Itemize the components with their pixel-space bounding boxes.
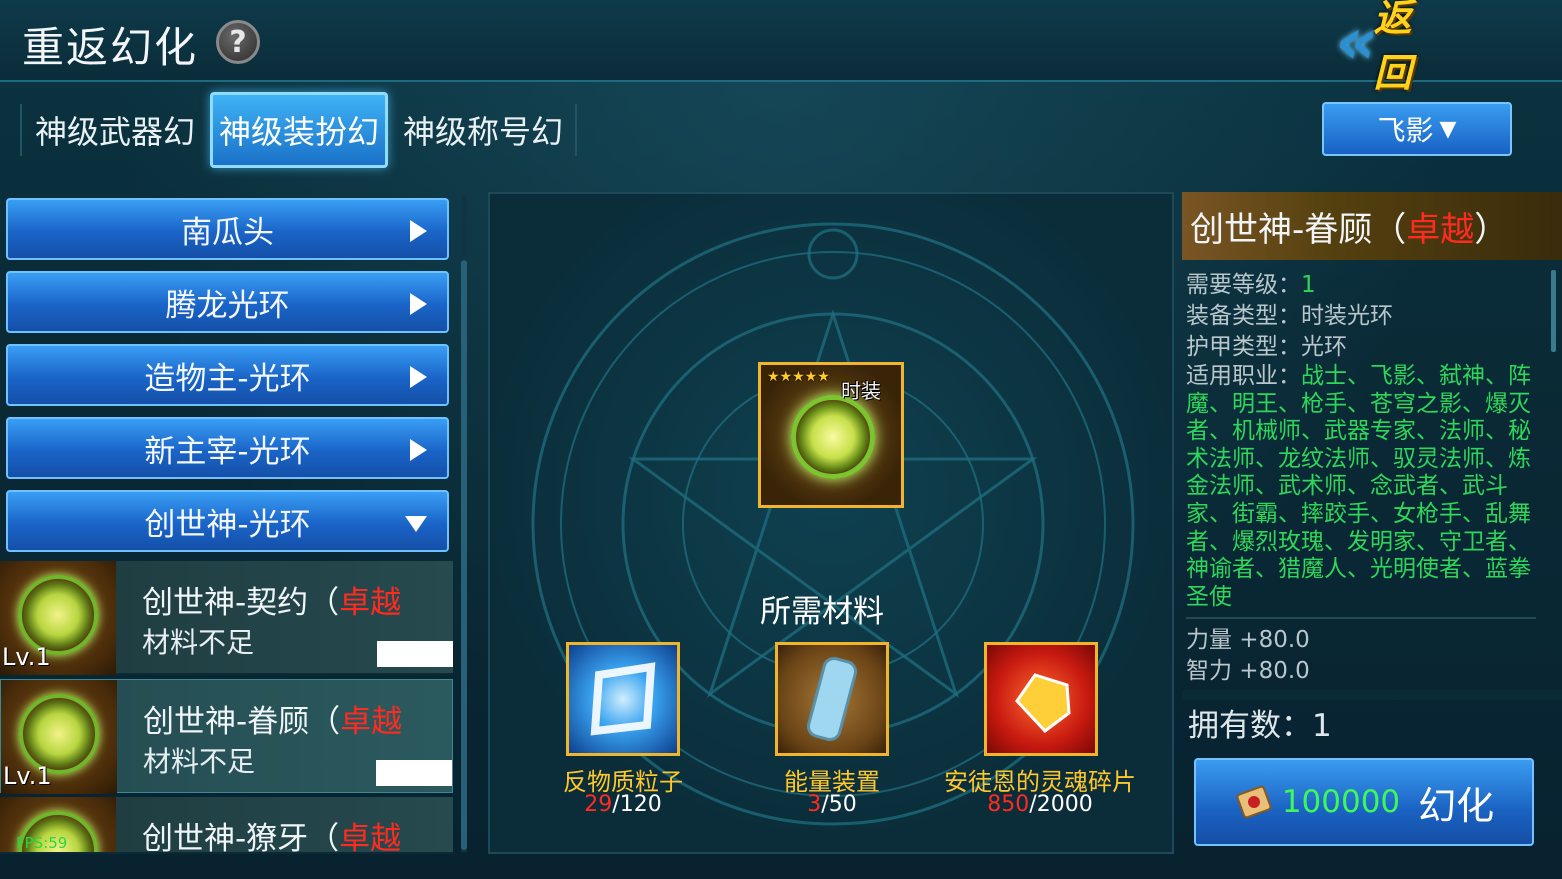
divider <box>1186 617 1536 620</box>
item-level: Lv.1 <box>2 643 51 671</box>
category-genesis-halo[interactable]: 创世神-光环 <box>6 490 449 552</box>
antimatter-icon[interactable] <box>566 642 680 756</box>
transform-label: 幻化 <box>1418 783 1495 828</box>
help-icon[interactable]: ? <box>216 20 260 64</box>
energy-device-shape <box>806 656 858 742</box>
category-pumpkin-head[interactable]: 南瓜头 <box>6 198 449 260</box>
class-dropdown[interactable]: 飞影 ▼ <box>1322 102 1512 156</box>
category-dragon-halo[interactable]: 腾龙光环 <box>6 271 449 333</box>
detail-title: 创世神-眷顾（ 卓越 ） <box>1182 192 1562 260</box>
halo-icon <box>791 395 875 479</box>
back-chevron-icon: « <box>1336 5 1378 79</box>
category-creator-halo[interactable]: 造物主-光环 <box>6 344 449 406</box>
material-count: 850/2000 <box>987 792 1093 817</box>
item-name: 创世神-眷顾（卓越 <box>143 704 403 740</box>
detail-scrollbar[interactable] <box>1551 270 1556 352</box>
scroll-icon <box>1236 785 1272 819</box>
stat-intelligence: 智力 +80.0 <box>1186 658 1310 685</box>
list-item-selected[interactable]: Lv.1 创世神-眷顾（卓越 材料不足 <box>0 679 453 794</box>
class-dropdown-value: 飞影 <box>1377 114 1434 147</box>
dropdown-arrow-icon: ▼ <box>1439 116 1457 142</box>
material-count: 29/120 <box>584 792 662 817</box>
category-label: 创世神-光环 <box>144 506 311 543</box>
antimatter-shape <box>590 662 656 736</box>
tab-divider <box>575 104 577 156</box>
list-scroll-thumb[interactable] <box>461 260 467 850</box>
own-count: 拥有数：1 <box>1188 708 1332 744</box>
item-bar <box>377 641 453 667</box>
category-label: 造物主-光环 <box>144 360 311 397</box>
fashion-tag: 时装 <box>841 379 881 403</box>
energy-device-icon[interactable] <box>775 642 889 756</box>
material-count: 3/50 <box>807 792 857 817</box>
tab-costume[interactable]: 神级装扮幻 <box>210 92 388 168</box>
star-rating: ★★★★★ <box>767 369 830 385</box>
halo-item-icon: Lv.1 <box>1 680 117 794</box>
halo-item-icon: Lv.1 <box>0 561 116 675</box>
tab-divider <box>20 104 22 156</box>
chevron-down-icon <box>405 516 427 532</box>
cost-value: 100000 <box>1281 784 1401 820</box>
tab-weapon[interactable]: 神级武器幻 <box>24 92 206 168</box>
job-list: 适用职业：战士、飞影、弑神、阵魔、明王、枪手、苍穹之影、爆灭者、机械师、武器专家… <box>1186 363 1531 610</box>
item-status: 材料不足 <box>143 745 256 778</box>
stat-strength: 力量 +80.0 <box>1186 627 1310 654</box>
list-item[interactable]: 创世神-獠牙（卓越 <box>0 797 453 854</box>
transform-button[interactable]: 100000 幻化 <box>1194 758 1534 846</box>
item-status: 材料不足 <box>142 626 255 659</box>
list-item[interactable]: Lv.1 创世神-契约（卓越 材料不足 <box>0 561 453 675</box>
back-label: 返回 <box>1373 0 1412 95</box>
detail-mask <box>1182 690 1562 700</box>
soul-shard-icon[interactable] <box>984 642 1098 756</box>
fashion-item-slot[interactable]: ★★★★★ 时装 <box>758 362 904 508</box>
category-label: 新主宰-光环 <box>144 433 311 470</box>
chevron-right-icon <box>410 366 427 388</box>
materials-title: 所需材料 <box>760 594 884 630</box>
armor-type: 护甲类型：光环 <box>1186 334 1347 360</box>
detail-attributes: 需要等级：1 装备类型：时装光环 护甲类型：光环 适用职业：战士、飞影、弑神、阵… <box>1186 270 1536 687</box>
item-level: Lv.1 <box>3 762 52 790</box>
fps-counter: FPS:59 <box>16 834 68 852</box>
page-title: 重返幻化 <box>22 23 199 72</box>
chevron-right-icon <box>410 293 427 315</box>
soul-shard-shape <box>1015 673 1071 734</box>
item-detail-panel: 创世神-眷顾（ 卓越 ） 需要等级：1 装备类型：时装光环 护甲类型：光环 适用… <box>1182 192 1562 854</box>
back-button[interactable]: « 返回 <box>1336 0 1440 95</box>
header-bar: 重返幻化 ? « 返回 <box>0 0 1562 95</box>
item-name: 创世神-獠牙（卓越 <box>142 821 402 854</box>
category-label: 腾龙光环 <box>165 287 290 324</box>
equip-type: 装备类型：时装光环 <box>1186 303 1393 329</box>
chevron-right-icon <box>410 220 427 242</box>
item-bar <box>376 760 452 786</box>
required-level: 需要等级：1 <box>1186 272 1316 298</box>
item-name: 创世神-契约（卓越 <box>142 585 402 621</box>
chevron-right-icon <box>410 439 427 461</box>
tab-title[interactable]: 神级称号幻 <box>392 92 574 168</box>
category-label: 南瓜头 <box>181 214 274 251</box>
category-new-lord-halo[interactable]: 新主宰-光环 <box>6 417 449 479</box>
